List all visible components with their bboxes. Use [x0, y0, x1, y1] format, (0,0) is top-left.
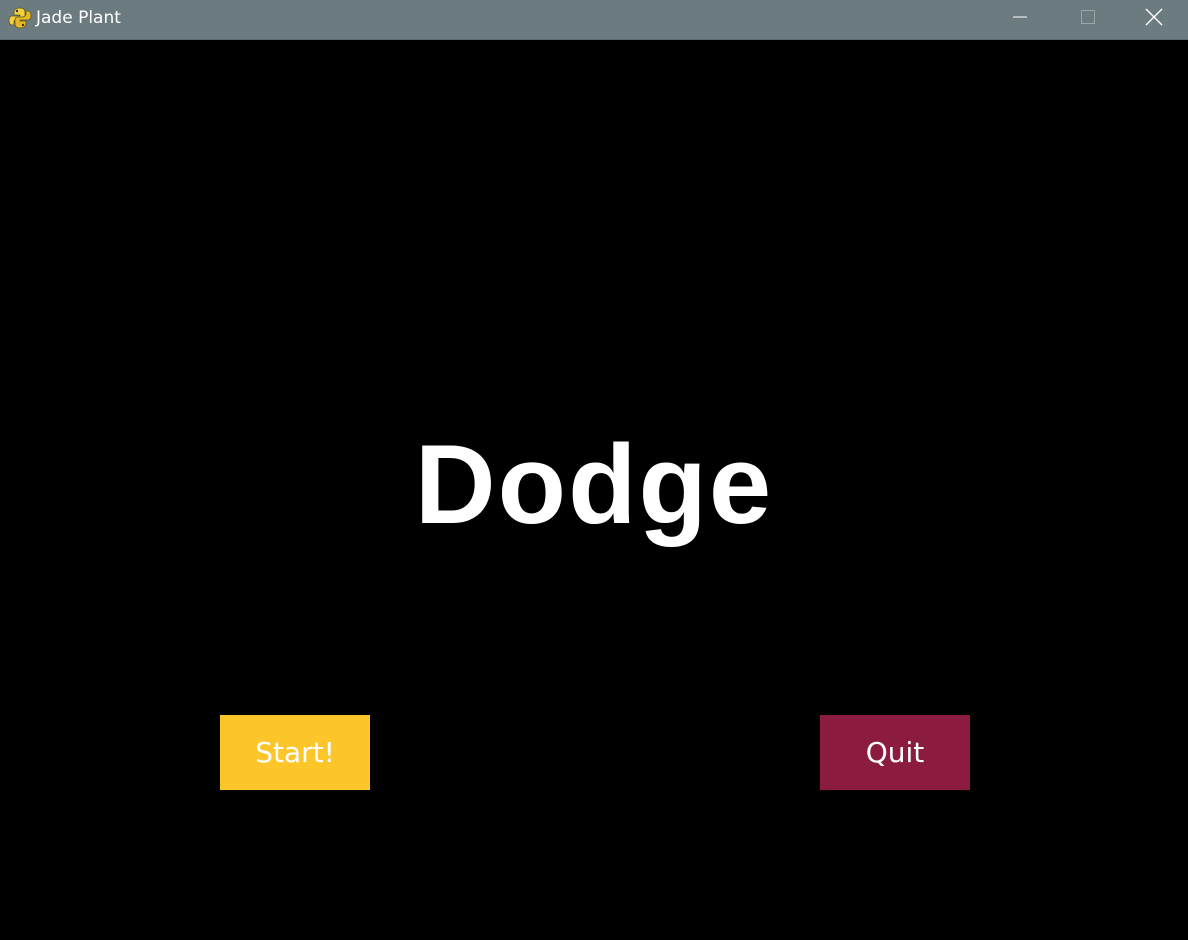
python-icon — [8, 6, 32, 30]
start-button-label: Start! — [255, 736, 335, 769]
quit-button-label: Quit — [865, 736, 925, 769]
game-window: Jade Plant Dodge Start! Quit — [0, 0, 1188, 940]
minimize-button[interactable] — [986, 0, 1054, 38]
quit-button[interactable]: Quit — [820, 715, 970, 790]
window-title: Jade Plant — [36, 8, 121, 28]
title-bar[interactable]: Jade Plant — [0, 0, 1188, 40]
game-title: Dodge — [414, 422, 774, 547]
minimize-icon — [1012, 9, 1028, 30]
start-button[interactable]: Start! — [220, 715, 370, 790]
close-icon — [1145, 8, 1163, 31]
game-canvas[interactable]: Dodge Start! Quit — [0, 40, 1188, 940]
maximize-icon — [1080, 9, 1096, 30]
close-button[interactable] — [1120, 0, 1188, 38]
maximize-button[interactable] — [1054, 0, 1122, 38]
